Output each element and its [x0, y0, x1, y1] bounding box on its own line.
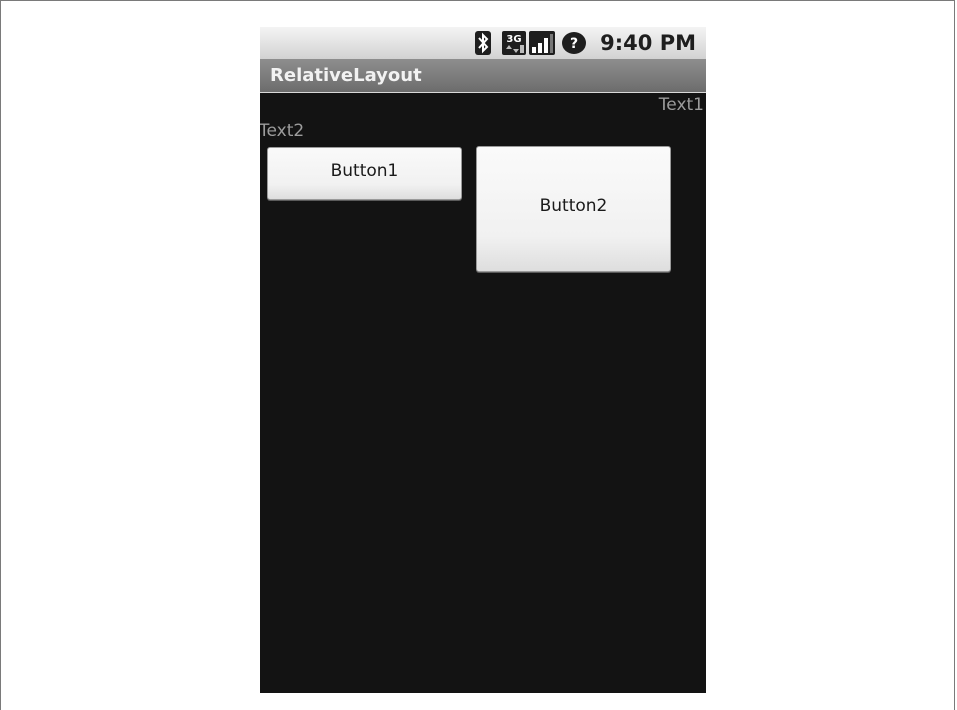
signal-icon [529, 30, 555, 56]
svg-text:?: ? [570, 36, 578, 52]
bluetooth-icon [472, 30, 494, 56]
button2[interactable]: Button2 [476, 146, 671, 272]
svg-text:3G: 3G [506, 34, 521, 45]
text1-label: Text1 [658, 95, 704, 115]
text2-label: Text2 [260, 121, 305, 141]
phone-screen: 3G ? 9:40 PM RelativeLayout Text1 Text2 … [260, 27, 706, 693]
status-bar: 3G ? 9:40 PM [260, 27, 706, 59]
app-title: RelativeLayout [270, 65, 422, 86]
alert-icon: ? [561, 30, 587, 56]
status-time: 9:40 PM [600, 31, 696, 55]
button1[interactable]: Button1 [267, 147, 462, 200]
app-title-bar: RelativeLayout [260, 59, 706, 93]
3g-icon: 3G [502, 30, 526, 56]
